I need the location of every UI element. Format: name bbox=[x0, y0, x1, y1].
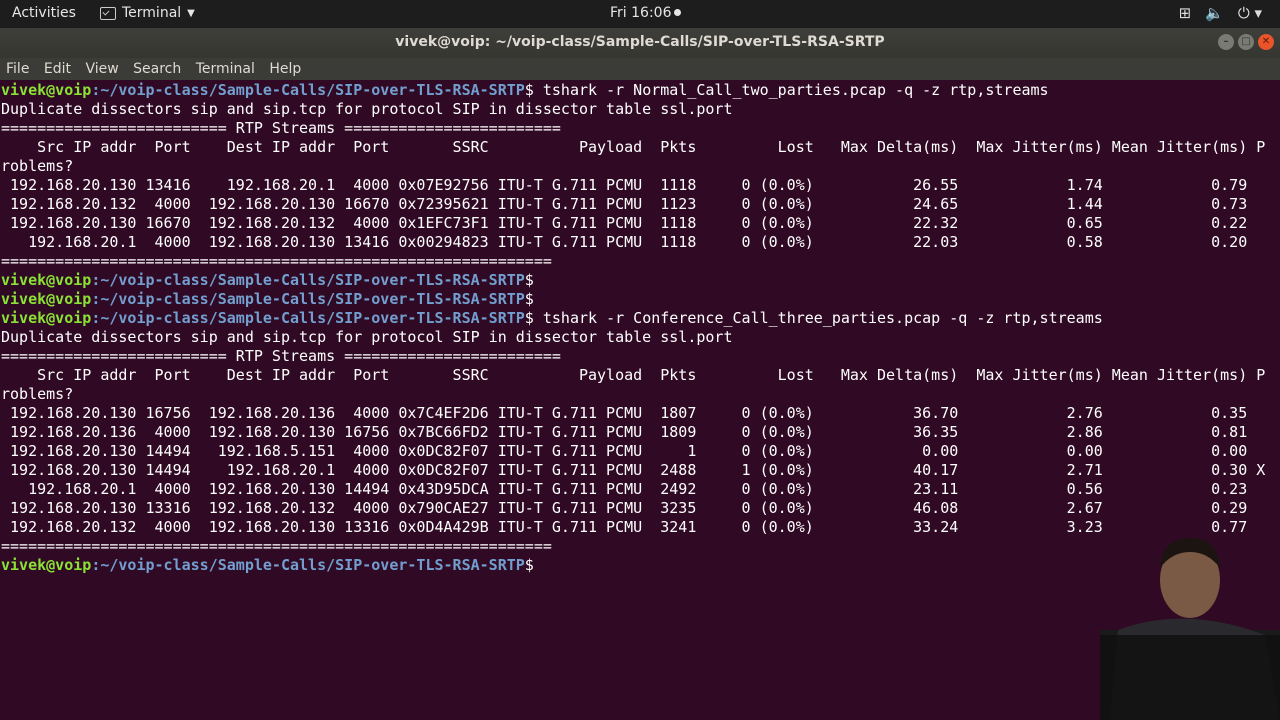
prompt-path: :~/voip-class/Sample-Calls/SIP-over-TLS-… bbox=[91, 556, 525, 574]
close-button[interactable]: ✕ bbox=[1258, 34, 1274, 50]
output-line: ========================================… bbox=[1, 252, 552, 270]
power-icon[interactable]: ⏻ ▾ bbox=[1238, 4, 1262, 22]
terminal-text: vivek@voip:~/voip-class/Sample-Calls/SIP… bbox=[1, 81, 1265, 575]
notification-dot-icon bbox=[674, 9, 682, 16]
chevron-down-icon: ▼ bbox=[187, 7, 195, 19]
prompt-command: $ tshark -r Conference_Call_three_partie… bbox=[524, 309, 1103, 327]
presenter-webcam-overlay bbox=[1100, 538, 1280, 720]
clock-label: Fri 16:06 bbox=[610, 5, 672, 21]
prompt-user-host: vivek@voip bbox=[1, 290, 92, 308]
prompt-line: vivek@voip:~/voip-class/Sample-Calls/SIP… bbox=[1, 81, 1049, 99]
prompt-path: :~/voip-class/Sample-Calls/SIP-over-TLS-… bbox=[91, 271, 525, 289]
prompt-path: :~/voip-class/Sample-Calls/SIP-over-TLS-… bbox=[91, 309, 525, 327]
prompt-line: vivek@voip:~/voip-class/Sample-Calls/SIP… bbox=[1, 309, 1103, 327]
app-menu-label: Terminal bbox=[122, 5, 182, 21]
prompt-command: $ bbox=[524, 290, 534, 308]
output-line: 192.168.20.130 14494 192.168.20.1 4000 0… bbox=[1, 461, 1266, 479]
terminal-output[interactable]: vivek@voip:~/voip-class/Sample-Calls/SIP… bbox=[0, 80, 1280, 720]
prompt-command: $ bbox=[524, 271, 534, 289]
minimize-button[interactable]: – bbox=[1218, 34, 1234, 50]
output-line: 192.168.20.1 4000 192.168.20.130 13416 0… bbox=[1, 233, 1248, 251]
app-menu-button[interactable]: Terminal ▼ bbox=[100, 5, 195, 21]
output-line: Duplicate dissectors sip and sip.tcp for… bbox=[1, 328, 733, 346]
network-icon[interactable]: ⊞ bbox=[1179, 4, 1192, 22]
prompt-line: vivek@voip:~/voip-class/Sample-Calls/SIP… bbox=[1, 290, 534, 308]
window-title-bar[interactable]: vivek@voip: ~/voip-class/Sample-Calls/SI… bbox=[0, 28, 1280, 58]
prompt-line: vivek@voip:~/voip-class/Sample-Calls/SIP… bbox=[1, 556, 543, 574]
output-line: ========================================… bbox=[1, 537, 552, 555]
output-line: ========================= RTP Streams ==… bbox=[1, 347, 561, 365]
activities-button[interactable]: Activities bbox=[12, 5, 76, 21]
volume-icon[interactable]: 🔈 bbox=[1205, 4, 1224, 22]
prompt-path: :~/voip-class/Sample-Calls/SIP-over-TLS-… bbox=[91, 290, 525, 308]
menu-search[interactable]: Search bbox=[133, 58, 181, 80]
output-line: Src IP addr Port Dest IP addr Port SSRC … bbox=[1, 138, 1266, 156]
prompt-command: $ bbox=[524, 556, 543, 574]
laptop-screen-shape bbox=[1100, 635, 1280, 720]
output-line: 192.168.20.130 13416 192.168.20.1 4000 0… bbox=[1, 176, 1248, 194]
prompt-line: vivek@voip:~/voip-class/Sample-Calls/SIP… bbox=[1, 271, 534, 289]
menu-terminal[interactable]: Terminal bbox=[196, 58, 255, 80]
output-line: 192.168.20.136 4000 192.168.20.130 16756… bbox=[1, 423, 1248, 441]
output-line: 192.168.20.130 16670 192.168.20.132 4000… bbox=[1, 214, 1248, 232]
output-line: Duplicate dissectors sip and sip.tcp for… bbox=[1, 100, 733, 118]
menu-bar: File Edit View Search Terminal Help bbox=[0, 58, 1280, 80]
output-line: 192.168.20.130 14494 192.168.5.151 4000 … bbox=[1, 442, 1248, 460]
terminal-icon bbox=[100, 6, 116, 20]
output-line: 192.168.20.1 4000 192.168.20.130 14494 0… bbox=[1, 480, 1248, 498]
output-line: roblems? bbox=[1, 385, 74, 403]
clock[interactable]: Fri 16:06 bbox=[610, 5, 682, 21]
prompt-user-host: vivek@voip bbox=[1, 81, 92, 99]
output-line: 192.168.20.132 4000 192.168.20.130 16670… bbox=[1, 195, 1248, 213]
maximize-button[interactable]: □ bbox=[1238, 34, 1254, 50]
prompt-user-host: vivek@voip bbox=[1, 556, 92, 574]
output-line: 192.168.20.132 4000 192.168.20.130 13316… bbox=[1, 518, 1248, 536]
window-title: vivek@voip: ~/voip-class/Sample-Calls/SI… bbox=[395, 34, 885, 50]
window-controls: – □ ✕ bbox=[1218, 34, 1274, 50]
output-line: 192.168.20.130 16756 192.168.20.136 4000… bbox=[1, 404, 1248, 422]
gnome-top-bar: Activities Terminal ▼ Fri 16:06 ⊞ 🔈 ⏻ ▾ bbox=[0, 0, 1280, 28]
menu-edit[interactable]: Edit bbox=[44, 58, 71, 80]
output-line: 192.168.20.130 13316 192.168.20.132 4000… bbox=[1, 499, 1248, 517]
menu-view[interactable]: View bbox=[85, 58, 118, 80]
prompt-user-host: vivek@voip bbox=[1, 271, 92, 289]
menu-help[interactable]: Help bbox=[269, 58, 301, 80]
prompt-command: $ tshark -r Normal_Call_two_parties.pcap… bbox=[524, 81, 1049, 99]
system-tray[interactable]: ⊞ 🔈 ⏻ ▾ bbox=[1179, 4, 1262, 22]
output-line: Src IP addr Port Dest IP addr Port SSRC … bbox=[1, 366, 1266, 384]
output-line: roblems? bbox=[1, 157, 74, 175]
menu-file[interactable]: File bbox=[6, 58, 29, 80]
prompt-user-host: vivek@voip bbox=[1, 309, 92, 327]
prompt-path: :~/voip-class/Sample-Calls/SIP-over-TLS-… bbox=[91, 81, 525, 99]
output-line: ========================= RTP Streams ==… bbox=[1, 119, 561, 137]
